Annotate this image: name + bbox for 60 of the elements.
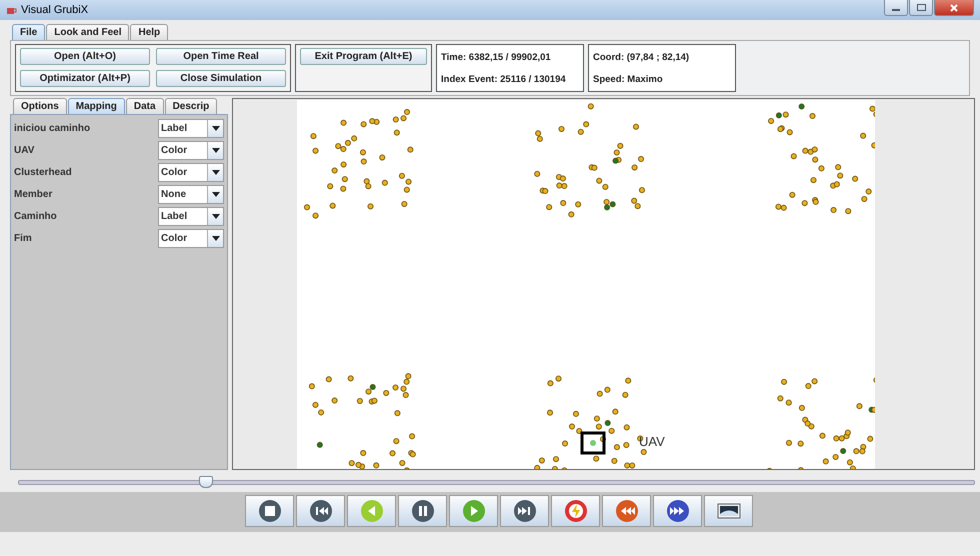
mapping-label: Caminho — [14, 211, 57, 222]
toolbar-button[interactable]: Close Simulation — [156, 70, 286, 87]
mapping-label: UAV — [14, 145, 34, 156]
side-tab[interactable]: Options — [13, 98, 67, 114]
toolbar-button[interactable]: Open Time Real — [156, 48, 286, 65]
mapping-dropdown[interactable]: Color — [158, 141, 224, 160]
dropdown-arrow-icon — [212, 236, 220, 241]
close-button[interactable] — [934, 0, 974, 16]
close-icon — [950, 4, 958, 12]
mapping-dropdown[interactable]: Label — [158, 119, 224, 138]
screen-button[interactable] — [704, 495, 753, 527]
uav-label: UAV — [639, 434, 665, 449]
uav-marker — [580, 432, 606, 454]
play-icon — [462, 499, 486, 523]
stop-icon — [258, 499, 282, 523]
dropdown-arrow-icon — [212, 126, 220, 131]
maximize-button[interactable] — [909, 0, 933, 16]
dropdown-arrow-icon — [212, 170, 220, 175]
dropdown-arrow-icon — [212, 214, 220, 219]
back-icon — [360, 499, 384, 523]
pause-button[interactable] — [398, 495, 447, 527]
menu-tab[interactable]: File — [12, 24, 46, 40]
speed-readout: Speed: Maximo — [593, 74, 664, 84]
minimize-button[interactable] — [884, 0, 908, 16]
rewind-icon — [614, 499, 638, 523]
pause-icon — [410, 499, 434, 523]
dropdown-arrow-icon — [212, 148, 220, 153]
side-tab[interactable]: Mapping — [68, 98, 125, 114]
timeline-slider[interactable] — [18, 475, 975, 489]
mapping-label: Clusterhead — [14, 167, 72, 178]
mapping-label: Fim — [14, 233, 32, 244]
mapping-dropdown[interactable]: Color — [158, 229, 224, 248]
rewind-button[interactable] — [602, 495, 651, 527]
index-event-readout: Index Event: 25116 / 130194 — [441, 74, 567, 84]
mapping-dropdown[interactable]: Color — [158, 163, 224, 182]
window-title: Visual GrubiX — [21, 4, 88, 16]
exit-button[interactable]: Exit Program (Alt+E) — [300, 48, 427, 65]
side-tab[interactable]: Descrip — [164, 98, 218, 114]
menu-tab[interactable]: Look and Feel — [46, 24, 130, 40]
mapping-dropdown[interactable]: Label — [158, 207, 224, 226]
mapping-dropdown[interactable]: None — [158, 185, 224, 204]
skip-forward-button[interactable] — [500, 495, 549, 527]
fast-forward-icon — [666, 499, 690, 523]
mapping-label: iniciou caminho — [14, 123, 90, 134]
flash-icon — [564, 499, 588, 523]
flash-button[interactable] — [551, 495, 600, 527]
dropdown-arrow-icon — [212, 192, 220, 197]
side-tab[interactable]: Data — [126, 98, 164, 114]
skip-back-button[interactable] — [296, 495, 345, 527]
skip-forward-icon — [512, 499, 536, 523]
maximize-icon — [916, 4, 926, 11]
mapping-label: Member — [14, 189, 52, 200]
toolbar-button[interactable]: Open (Alt+O) — [20, 48, 150, 65]
time-readout: Time: 6382,15 / 99902,01 — [441, 52, 552, 62]
fast-forward-button[interactable] — [653, 495, 702, 527]
coord-readout: Coord: (97,84 ; 82,14) — [593, 52, 690, 62]
stop-button[interactable] — [245, 495, 294, 527]
menu-tab[interactable]: Help — [130, 24, 168, 40]
toolbar-button[interactable]: Optimizator (Alt+P) — [20, 70, 150, 87]
skip-back-icon — [308, 499, 332, 523]
